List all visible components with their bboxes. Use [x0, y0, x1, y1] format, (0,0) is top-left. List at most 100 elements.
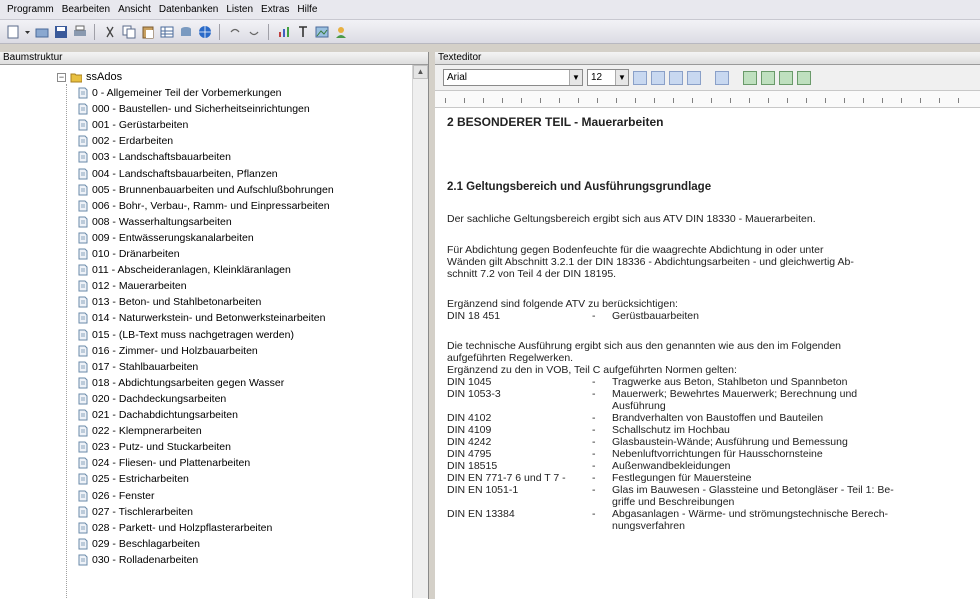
document-icon [78, 554, 88, 566]
menu-extras[interactable]: Extras [257, 4, 293, 15]
tree-scrollbar[interactable]: ▲ [412, 65, 428, 598]
norm-code: DIN 4109 [447, 424, 492, 436]
indent-icon[interactable] [715, 70, 729, 85]
globe-icon[interactable] [196, 23, 213, 40]
image-icon[interactable] [313, 23, 330, 40]
font-family-select[interactable]: Arial ▼ [443, 69, 583, 86]
tree-item-label: 003 - Landschaftsbauarbeiten [92, 151, 231, 164]
norm-description: Außenwandbekleidungen [612, 460, 952, 472]
document-body[interactable]: 2 BESONDERER TEIL - Mauerarbeiten 2.1 Ge… [435, 108, 980, 598]
save-icon[interactable] [52, 23, 69, 40]
tree-item-label: 028 - Parkett- und Holzpflasterarbeiten [92, 521, 273, 534]
paste-icon[interactable] [139, 23, 156, 40]
tree-item[interactable]: 021 - Dachabdichtungsarbeiten [77, 408, 238, 422]
document-icon [78, 473, 88, 485]
menu-ansicht[interactable]: Ansicht [114, 4, 155, 15]
collapse-icon[interactable]: − [57, 72, 66, 82]
user-icon[interactable] [332, 23, 349, 40]
tree-item[interactable]: 024 - Fliesen- und Plattenarbeiten [77, 456, 250, 470]
print-icon[interactable] [71, 23, 88, 40]
table-column-icon[interactable] [779, 70, 793, 85]
table-insert-icon[interactable] [743, 70, 757, 85]
norm-description-line: Festlegungen für Mauersteine [612, 472, 752, 484]
tree-item[interactable]: 001 - Gerüstarbeiten [77, 118, 188, 132]
tree-item[interactable]: 029 - Beschlagarbeiten [77, 537, 200, 551]
align-center-icon[interactable] [651, 70, 665, 85]
new-document-icon[interactable] [4, 23, 21, 40]
tree-item-label: 023 - Putz- und Stuckarbeiten [92, 441, 231, 454]
tree-item[interactable]: 005 - Brunnenbauarbeiten und Aufschlußbo… [77, 183, 334, 197]
norm-description: Schallschutz im Hochbau [612, 424, 952, 436]
tree-item[interactable]: 027 - Tischlerarbeiten [77, 505, 193, 519]
dash: - [592, 424, 596, 436]
dash: - [592, 460, 596, 472]
tree-item[interactable]: 003 - Landschaftsbauarbeiten [77, 150, 231, 164]
tree-item[interactable]: 017 - Stahlbauarbeiten [77, 360, 198, 374]
paragraph-2-line-1: Für Abdichtung gegen Bodenfeuchte für di… [447, 244, 824, 256]
database-icon[interactable] [177, 23, 194, 40]
tree-item[interactable]: 0 - Allgemeiner Teil der Vorbemerkungen [77, 86, 282, 100]
refresh-icon[interactable] [797, 70, 811, 85]
align-right-icon[interactable] [669, 70, 683, 85]
menu-hilfe[interactable]: Hilfe [293, 4, 321, 15]
tree-item[interactable]: 014 - Naturwerkstein- und Betonwerkstein… [77, 311, 325, 325]
align-left-icon[interactable] [633, 70, 647, 85]
scroll-up-button[interactable]: ▲ [413, 65, 428, 79]
menu-listen[interactable]: Listen [222, 4, 257, 15]
tree-root-node[interactable]: − ssAdos [57, 70, 122, 84]
tree-item[interactable]: 022 - Klempnerarbeiten [77, 424, 202, 438]
tree-item-label: 008 - Wasserhaltungsarbeiten [92, 215, 232, 228]
norm-description: Festlegungen für Mauersteine [612, 472, 952, 484]
norm-description-line: Glas im Bauwesen - Glassteine und Betong… [612, 484, 894, 496]
ruler-tick [521, 98, 522, 103]
tree-item[interactable]: 018 - Abdichtungsarbeiten gegen Wasser [77, 376, 284, 390]
menu-bearbeiten[interactable]: Bearbeiten [58, 4, 114, 15]
tree-item[interactable]: 011 - Abscheideranlagen, Kleinkläranlage… [77, 263, 291, 277]
chart-icon[interactable] [275, 23, 292, 40]
ruler-tick [483, 98, 484, 103]
tree-item[interactable]: 013 - Beton- und Stahlbetonarbeiten [77, 295, 261, 309]
tree-item[interactable]: 026 - Fenster [77, 489, 154, 503]
redo-icon[interactable] [245, 23, 262, 40]
ruler-tick [502, 98, 503, 103]
document-icon [78, 280, 88, 292]
norm-code: DIN 1045 [447, 376, 492, 388]
align-justify-icon[interactable] [687, 70, 701, 85]
tree-item[interactable]: 008 - Wasserhaltungsarbeiten [77, 215, 232, 229]
norm-row: DIN 4795 - Nebenluftvorrichtungen für Haus… [447, 448, 952, 460]
table-icon[interactable] [158, 23, 175, 40]
tree-item[interactable]: 020 - Dachdeckungsarbeiten [77, 392, 226, 406]
copy-icon[interactable] [120, 23, 137, 40]
text-icon[interactable] [294, 23, 311, 40]
norm-description-line: Glasbaustein-Wände; Ausführung und Bemes… [612, 436, 848, 448]
tree-item[interactable]: 028 - Parkett- und Holzpflasterarbeiten [77, 521, 272, 535]
dash: - [592, 310, 596, 322]
ruler-tick [616, 98, 617, 103]
tree-item-label: 005 - Brunnenbauarbeiten und Aufschlußbo… [92, 183, 334, 196]
tree-item-label: 013 - Beton- und Stahlbetonarbeiten [92, 296, 262, 309]
font-size-select[interactable]: 12 ▼ [587, 69, 629, 86]
tree-item[interactable]: 010 - Dränarbeiten [77, 247, 180, 261]
dropdown-arrow-icon[interactable] [23, 23, 31, 40]
tree-item[interactable]: 000 - Baustellen- und Sicherheitseinrich… [77, 102, 310, 116]
tree-item[interactable]: 016 - Zimmer- und Holzbauarbeiten [77, 344, 258, 358]
table-row-icon[interactable] [761, 70, 775, 85]
toolbar-separator [268, 23, 269, 40]
ruler[interactable] [435, 91, 980, 108]
cut-icon[interactable] [101, 23, 118, 40]
tree-item[interactable]: 012 - Mauerarbeiten [77, 279, 187, 293]
tree-item[interactable]: 023 - Putz- und Stuckarbeiten [77, 440, 231, 454]
tree-item[interactable]: 002 - Erdarbeiten [77, 134, 173, 148]
chevron-down-icon[interactable]: ▼ [615, 70, 628, 85]
menu-datenbanken[interactable]: Datenbanken [155, 4, 223, 15]
chevron-down-icon[interactable]: ▼ [569, 70, 582, 85]
tree-item[interactable]: 030 - Rolladenarbeiten [77, 553, 198, 567]
undo-icon[interactable] [226, 23, 243, 40]
tree-item[interactable]: 015 - (LB-Text muss nachgetragen werden) [77, 328, 294, 342]
tree-item[interactable]: 004 - Landschaftsbauarbeiten, Pflanzen [77, 167, 278, 181]
tree-item[interactable]: 025 - Estricharbeiten [77, 472, 189, 486]
tree-item[interactable]: 009 - Entwässerungskanalarbeiten [77, 231, 254, 245]
tree-item[interactable]: 006 - Bohr-, Verbau-, Ramm- und Einpress… [77, 199, 330, 213]
open-icon[interactable] [33, 23, 50, 40]
menu-programm[interactable]: Programm [3, 4, 58, 15]
